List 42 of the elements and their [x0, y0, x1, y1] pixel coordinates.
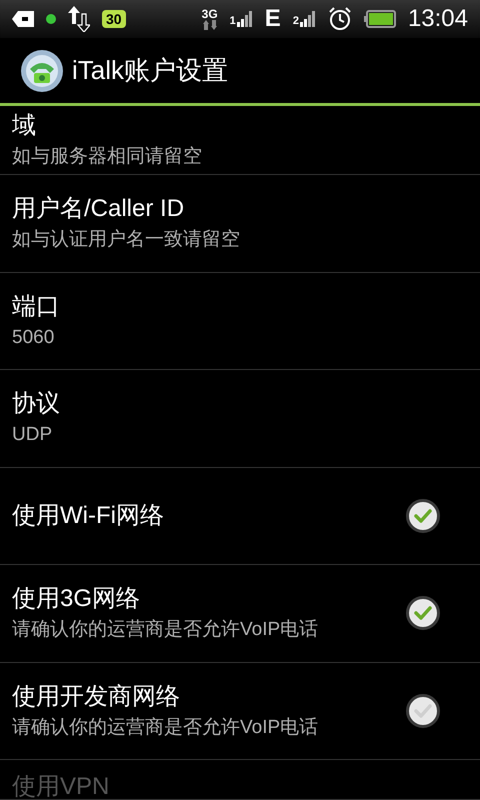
- setting-title: 端口: [12, 292, 61, 322]
- settings-row[interactable]: 协议 UDP: [0, 370, 480, 468]
- network-label: 3G: [202, 8, 218, 20]
- setting-summary: 如与服务器相同请留空: [12, 145, 203, 169]
- setting-title: 使用3G网络: [12, 584, 142, 614]
- checkmark-icon: [414, 704, 432, 718]
- checkbox[interactable]: [406, 498, 440, 533]
- signal-bars-icon: [236, 11, 253, 27]
- setting-summary: 请确认你的运营商是否允许VoIP电话: [12, 618, 320, 642]
- setting-summary: 5060: [12, 326, 56, 350]
- checkmark-icon: [414, 508, 432, 523]
- sim-label: 2: [292, 16, 299, 27]
- settings-row[interactable]: 使用Wi-Fi网络: [0, 468, 480, 565]
- battery-icon: [364, 10, 396, 28]
- setting-title: 用户名/Caller ID: [12, 194, 186, 224]
- settings-row[interactable]: 用户名/Caller ID 如与认证用户名一致请留空: [0, 175, 480, 272]
- clock-time: 13:04: [408, 7, 468, 31]
- setting-title: 使用Wi-Fi网络: [12, 500, 165, 531]
- sim-label: 1: [230, 16, 236, 27]
- alarm-clock-icon: [328, 6, 352, 32]
- settings-row[interactable]: 使用3G网络 请确认你的运营商是否允许VoIP电话: [0, 565, 480, 662]
- setting-title: 域: [12, 111, 37, 142]
- up-down-arrows-icon: [68, 6, 90, 32]
- checkmark-icon: [414, 606, 432, 620]
- setting-summary: UDP: [12, 423, 54, 448]
- back-tag-icon: [12, 11, 34, 27]
- setting-summary: 如与认证用户名一致请留空: [12, 228, 241, 252]
- setting-title: 使用VPN: [12, 772, 110, 800]
- app-logo-icon: [20, 48, 64, 92]
- checkbox[interactable]: [406, 694, 440, 728]
- up-down-arrows-icon: [202, 20, 217, 30]
- setting-title: 使用开发商网络: [12, 682, 181, 712]
- signal-bars-icon: [300, 11, 316, 27]
- screen-title: iTalk账户设置: [72, 54, 228, 87]
- settings-row[interactable]: 域 如与服务器相同请留空: [0, 106, 480, 175]
- setting-title: 协议: [12, 389, 61, 420]
- settings-row[interactable]: 端口 5060: [0, 272, 480, 370]
- data-type-label: E: [264, 7, 281, 31]
- settings-row[interactable]: 使用开发商网络 请确认你的运营商是否允许VoIP电话: [0, 662, 480, 760]
- setting-summary: 请确认你的运营商是否允许VoIP电话: [12, 716, 320, 740]
- checkbox[interactable]: [406, 596, 440, 630]
- battery-label: 30: [102, 10, 126, 28]
